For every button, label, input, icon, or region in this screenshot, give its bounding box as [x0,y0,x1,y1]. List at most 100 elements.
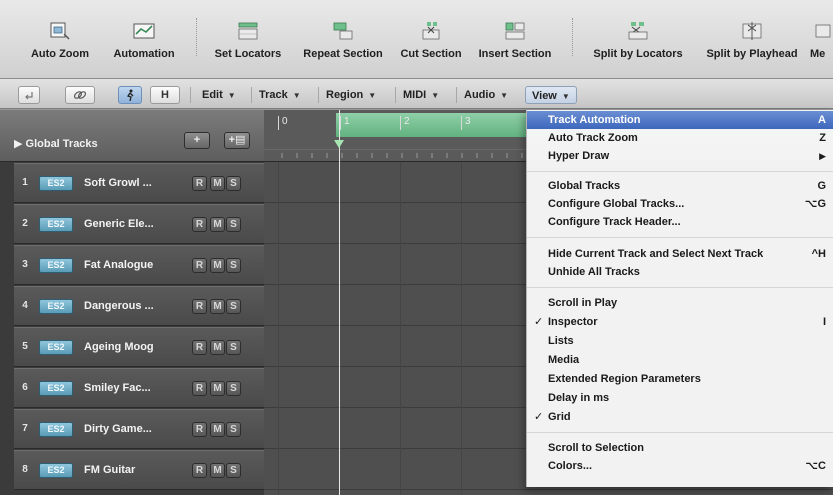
menu-item-hide-current-track[interactable]: Hide Current Track and Select Next Track… [527,245,833,263]
menu-item-configure-track-header[interactable]: Configure Track Header... [527,213,833,231]
control-separator [395,87,396,103]
mute-button[interactable]: M [210,422,225,437]
track-row[interactable]: 3 ES2 Fat Analogue R M S [14,245,264,285]
track-row[interactable]: 2 ES2 Generic Ele... R M S [14,204,264,244]
split-by-locators-button[interactable]: Split by Locators [584,14,692,70]
menu-item-scroll-in-play[interactable]: Scroll in Play [527,294,833,312]
view-menu-button[interactable]: View ▼ [525,86,577,104]
record-enable-button[interactable]: R [192,217,207,232]
record-enable-button[interactable]: R [192,258,207,273]
menu-item-track-automation[interactable]: Track Automation A [527,111,833,129]
automation-button[interactable]: Automation [104,14,184,70]
instrument-badge[interactable]: ES2 [39,217,73,232]
menu-item-scroll-to-selection[interactable]: Scroll to Selection [527,439,833,457]
track-name[interactable]: Smiley Fac... [84,382,151,394]
record-enable-button[interactable]: R [192,463,207,478]
audio-menu[interactable]: Audio ▼ [464,86,508,104]
region-menu[interactable]: Region ▼ [326,86,376,104]
record-enable-button[interactable]: R [192,299,207,314]
mute-button[interactable]: M [210,176,225,191]
instrument-badge[interactable]: ES2 [39,340,73,355]
auto-zoom-button[interactable]: Auto Zoom [18,14,102,70]
playhead-marker-icon[interactable] [334,140,344,148]
menu-item-lists[interactable]: Lists [527,332,833,350]
track-name[interactable]: Fat Analogue [84,259,153,271]
record-enable-button[interactable]: R [192,422,207,437]
track-row[interactable]: 6 ES2 Smiley Fac... R M S [14,368,264,408]
menu-item-inspector[interactable]: ✓ Inspector I [527,313,833,331]
track-menu[interactable]: Track ▼ [259,86,301,104]
solo-button[interactable]: S [226,258,241,273]
mute-button[interactable]: M [210,217,225,232]
hide-toggle-button[interactable]: H [150,86,180,104]
instrument-badge[interactable]: ES2 [39,463,73,478]
solo-button[interactable]: S [226,340,241,355]
solo-button[interactable]: S [226,463,241,478]
solo-button[interactable]: S [226,381,241,396]
new-folder-button[interactable]: +▤ [224,132,250,149]
track-name[interactable]: Ageing Moog [84,341,154,353]
global-tracks-row[interactable]: ▶ Global Tracks + +▤ [0,110,264,162]
view-menu-dropdown: Track Automation A Auto Track Zoom Z Hyp… [526,110,833,487]
track-row[interactable]: 1 ES2 Soft Growl ... R M S [14,163,264,203]
cut-section-button[interactable]: Cut Section [394,14,468,70]
mute-button[interactable]: M [210,381,225,396]
playhead[interactable] [339,110,340,495]
menu-item-label: Scroll in Play [548,297,618,309]
track-row[interactable]: 7 ES2 Dirty Game... R M S [14,409,264,449]
track-name[interactable]: Dangerous ... [84,300,154,312]
automation-icon [133,23,155,39]
menu-item-label: Unhide All Tracks [548,266,640,278]
back-button[interactable] [18,86,40,104]
link-button[interactable] [65,86,95,104]
instrument-badge[interactable]: ES2 [39,299,73,314]
track-name[interactable]: Soft Growl ... [84,177,152,189]
mute-button[interactable]: M [210,463,225,478]
track-row[interactable]: 5 ES2 Ageing Moog R M S [14,327,264,367]
global-tracks-label[interactable]: ▶ Global Tracks [14,137,98,150]
menu-item-hyper-draw[interactable]: Hyper Draw ▶ [527,147,833,165]
insert-section-button[interactable]: Insert Section [472,14,558,70]
mute-button[interactable]: M [210,258,225,273]
track-name[interactable]: FM Guitar [84,464,135,476]
instrument-badge[interactable]: ES2 [39,381,73,396]
set-locators-button[interactable]: Set Locators [208,14,288,70]
solo-button[interactable]: S [226,299,241,314]
split-by-playhead-button[interactable]: Split by Playhead [694,14,810,70]
menu-item-colors[interactable]: Colors... ⌥C [527,457,833,475]
menu-item-shortcut: ⌥G [804,198,826,210]
solo-button[interactable]: S [226,217,241,232]
merge-button[interactable]: Me [810,14,833,70]
solo-button[interactable]: S [226,422,241,437]
track-name[interactable]: Dirty Game... [84,423,152,435]
menu-item-shortcut: ^H [811,248,826,260]
track-name[interactable]: Generic Ele... [84,218,154,230]
midi-menu[interactable]: MIDI ▼ [403,86,439,104]
solo-button[interactable]: S [226,176,241,191]
mute-button[interactable]: M [210,299,225,314]
instrument-badge[interactable]: ES2 [39,258,73,273]
repeat-section-button[interactable]: Repeat Section [294,14,392,70]
control-bar: H Edit ▼ Track ▼ Region ▼ MIDI ▼ Audio ▼ View… [0,79,833,109]
record-enable-button[interactable]: R [192,340,207,355]
menu-item-grid[interactable]: ✓ Grid [527,408,833,426]
record-enable-button[interactable]: R [192,176,207,191]
menu-item-extended-region-parameters[interactable]: Extended Region Parameters [527,370,833,388]
menu-item-global-tracks[interactable]: Global Tracks G [527,177,833,195]
edit-menu[interactable]: Edit ▼ [202,86,236,104]
instrument-badge[interactable]: ES2 [39,422,73,437]
instrument-badge[interactable]: ES2 [39,176,73,191]
track-row[interactable]: 4 ES2 Dangerous ... R M S [14,286,264,326]
track-row[interactable]: 8 ES2 FM Guitar R M S [14,450,264,490]
menu-item-delay-in-ms[interactable]: Delay in ms [527,389,833,407]
track-number: 3 [22,259,28,270]
menu-item-media[interactable]: Media [527,351,833,369]
add-track-button[interactable]: + [184,132,210,149]
mute-button[interactable]: M [210,340,225,355]
view-menu-label: View [532,90,557,102]
menu-item-unhide-all-tracks[interactable]: Unhide All Tracks [527,263,833,281]
menu-item-auto-track-zoom[interactable]: Auto Track Zoom Z [527,129,833,147]
record-enable-button[interactable]: R [192,381,207,396]
catch-playhead-button[interactable] [118,86,142,104]
menu-item-configure-global-tracks[interactable]: Configure Global Tracks... ⌥G [527,195,833,213]
